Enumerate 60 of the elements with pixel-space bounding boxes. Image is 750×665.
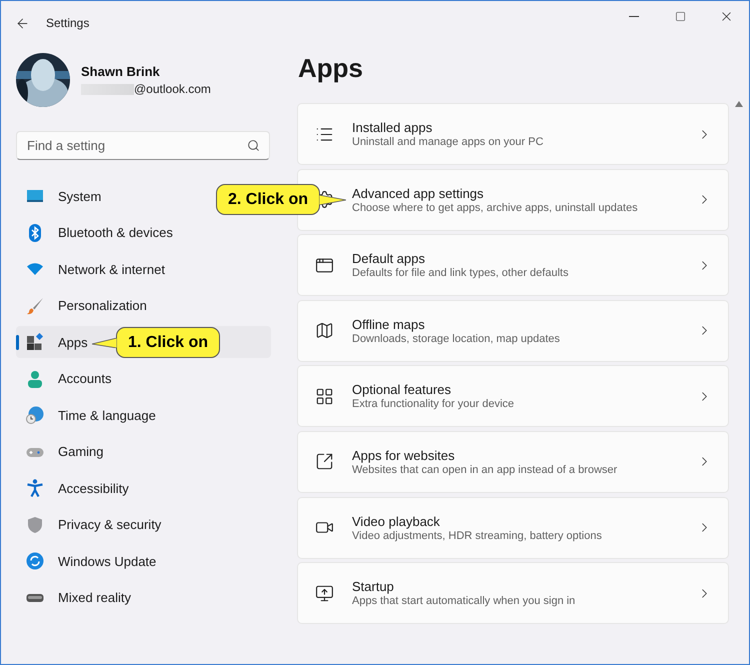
sidebar-item[interactable]: Personalization	[16, 290, 155, 322]
open-link-icon	[315, 452, 334, 472]
card-title: Advanced app settings	[352, 186, 485, 201]
card-description: Apps that start automatically when you sign in	[352, 595, 576, 608]
callout-tooltip: 1. Click on	[116, 327, 220, 358]
card-description: Extra functionality for your device	[352, 398, 516, 410]
card-description: Video adjustments, HDR streaming, battery options	[352, 530, 603, 542]
card-title: Installed apps	[352, 120, 434, 135]
window-check-icon	[315, 256, 334, 275]
settings-card[interactable]: Optional features Extra functionality for your device	[297, 365, 729, 428]
settings-card[interactable]: Installed apps Uninstall and manage apps on your PC	[297, 103, 729, 165]
shield-icon	[26, 516, 44, 534]
sidebar-item[interactable]: Mixed reality	[16, 582, 139, 614]
card-title: Optional features	[352, 382, 452, 398]
person-icon	[26, 370, 44, 388]
account-email: @outlook.com	[134, 82, 211, 96]
bluetooth-icon	[26, 224, 44, 242]
update-icon	[26, 552, 44, 570]
blurred-text	[81, 84, 134, 94]
card-description: Defaults for file and link types, other defaults	[352, 267, 570, 280]
settings-card[interactable]: Apps for websites Websites that can open in an app instead of a browser	[297, 430, 729, 493]
sidebar-item[interactable]: Privacy & security	[16, 508, 170, 540]
maximize-icon	[674, 10, 686, 22]
card-title: Default apps	[352, 251, 426, 266]
card-description: Uninstall and manage apps on your PC	[352, 136, 544, 148]
sidebar-item[interactable]: Gaming	[16, 436, 112, 468]
settings-card[interactable]: Video playback Video adjustments, HDR streaming, battery options	[297, 496, 729, 559]
search-field[interactable]: Find a setting	[16, 131, 270, 160]
settings-card[interactable]: Startup Apps that start automatically when you sign in	[297, 562, 729, 624]
sidebar-item[interactable]: Bluetooth & devices	[16, 216, 181, 248]
card-description: Websites that can open in an app instead of a browser	[352, 464, 618, 476]
accessibility-icon	[26, 479, 44, 497]
card-title: Offline maps	[352, 316, 426, 332]
sidebar-item[interactable]: Time & language	[16, 399, 164, 431]
map-icon	[315, 321, 334, 340]
grid-icon	[315, 386, 334, 406]
sidebar-item[interactable]: Network & internet	[16, 253, 173, 285]
monitor-icon	[26, 187, 44, 205]
window-title: Settings	[46, 16, 90, 30]
callout-pointer	[319, 194, 346, 204]
scroll-up-icon[interactable]	[735, 101, 743, 107]
callout-tooltip: 2. Click on	[216, 184, 320, 215]
sidebar-item[interactable]: Accessibility	[16, 472, 137, 504]
settings-card[interactable]: Offline maps Downloads, storage location, map updates	[297, 300, 729, 362]
callout-pointer	[92, 338, 117, 348]
apps-icon	[26, 333, 44, 351]
card-title: Apps for websites	[352, 448, 456, 463]
sidebar-item[interactable]: Windows Update	[16, 545, 164, 577]
card-description: Choose where to get apps, archive apps, uninstall updates	[352, 202, 639, 214]
monitor-up-icon	[315, 584, 334, 603]
sidebar-item[interactable]: System	[16, 180, 110, 212]
sidebar-item[interactable]: Accounts	[16, 362, 120, 394]
globe-clock-icon	[26, 406, 44, 424]
card-title: Video playback	[352, 514, 441, 529]
card-description: Downloads, storage location, map updates	[352, 332, 561, 345]
search-icon[interactable]	[247, 139, 260, 152]
card-title: Startup	[352, 579, 395, 594]
settings-card[interactable]: Default apps Defaults for file and link types, other defaults	[297, 234, 729, 296]
account-name: Shawn Brink	[81, 64, 161, 79]
page-title: Apps	[298, 53, 364, 85]
